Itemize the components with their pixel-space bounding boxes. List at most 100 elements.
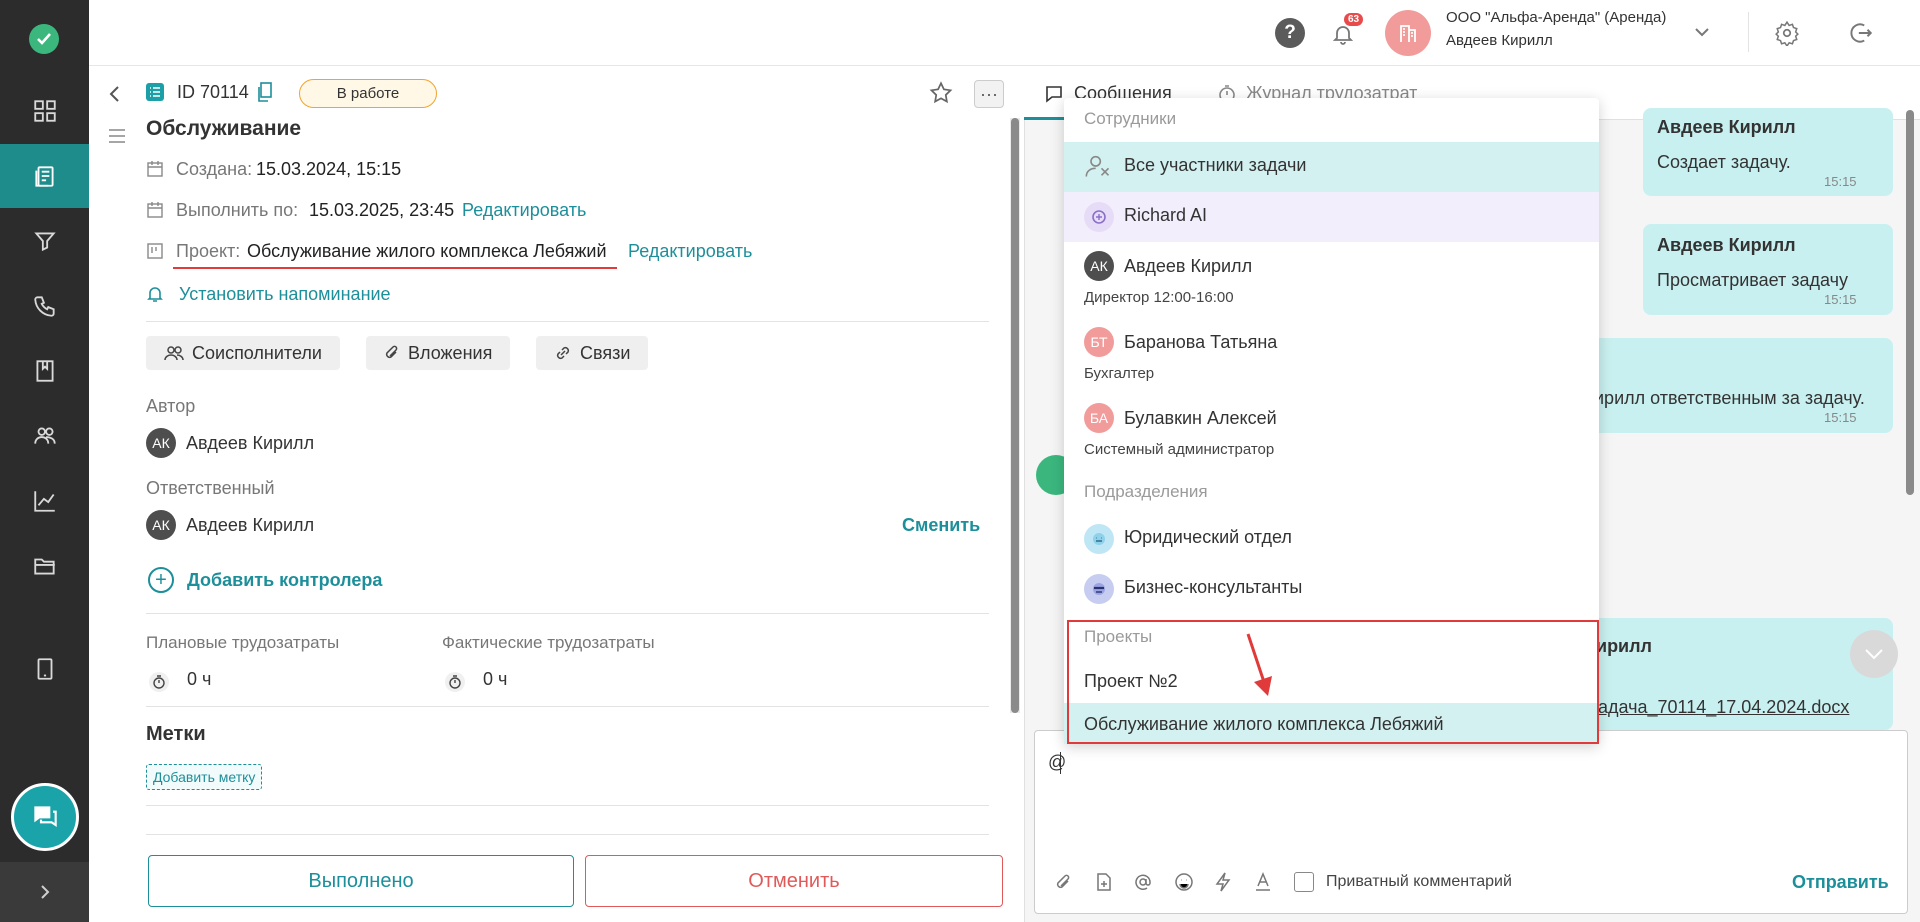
created-label: Создана:: [176, 159, 253, 179]
message-author: ирилл: [1596, 636, 1652, 656]
department-avatar-icon: [1084, 574, 1114, 604]
bell-reminder-icon: [147, 285, 163, 308]
message-time: 15:15: [1824, 174, 1857, 189]
add-controller-link[interactable]: Добавить контролера: [187, 570, 382, 591]
due-value: 15.03.2025, 23:45: [309, 200, 455, 220]
attachment-link[interactable]: адача_70114_17.04.2024.docx: [1598, 697, 1849, 718]
mention-person-role: Директор 12:00-16:00: [1084, 289, 1234, 306]
dashboard-icon[interactable]: [0, 79, 89, 143]
author-name[interactable]: Авдеев Кирилл: [186, 433, 314, 454]
lightning-icon[interactable]: [1214, 872, 1232, 897]
tags-heading: Метки: [146, 723, 206, 745]
chat-fab-button[interactable]: [11, 783, 79, 851]
project-label: Проект:: [176, 241, 241, 261]
paperclip-icon: [385, 345, 398, 359]
participants-icon: [1084, 152, 1112, 185]
org-name[interactable]: ООО "Альфа-Аренда" (Аренда): [1446, 9, 1666, 26]
chevron-right-icon: [40, 885, 49, 899]
created-value: 15.03.2024, 15:15: [256, 159, 402, 179]
planned-effort-value: 0 ч: [187, 669, 212, 689]
links-button[interactable]: Связи: [536, 336, 649, 370]
message-author: Авдеев Кирилл: [1657, 117, 1796, 137]
message-time: 15:15: [1824, 292, 1857, 307]
expand-rail-button[interactable]: [0, 862, 89, 922]
section-divider: [146, 613, 989, 614]
chevron-down-icon[interactable]: [1690, 20, 1714, 44]
settings-gear-icon[interactable]: [1772, 18, 1802, 48]
app-logo-icon[interactable]: [29, 24, 59, 54]
responsible-name[interactable]: Авдеев Кирилл: [186, 515, 314, 536]
emoji-icon[interactable]: [1174, 872, 1194, 897]
star-icon[interactable]: [928, 80, 954, 111]
section-divider: [146, 834, 989, 835]
task-title: Обслуживание: [146, 117, 302, 140]
project-board-icon: [146, 242, 164, 265]
project-value[interactable]: Обслуживание жилого комплекса Лебяжий: [247, 241, 607, 262]
message-text: ирилл ответственным за задачу.: [1594, 388, 1865, 408]
richard-ai-icon: [1084, 202, 1114, 232]
send-button[interactable]: Отправить: [1792, 872, 1889, 893]
chart-icon[interactable]: [0, 469, 89, 533]
logout-icon[interactable]: [1846, 18, 1876, 48]
private-comment-checkbox[interactable]: [1294, 872, 1314, 892]
message-input[interactable]: @: [1048, 752, 1066, 773]
ellipsis-icon: ···: [980, 84, 998, 104]
status-badge[interactable]: В работе: [299, 79, 437, 108]
mention-icon[interactable]: [1133, 872, 1153, 897]
back-arrow-icon[interactable]: [108, 84, 122, 109]
messages-icon: [1044, 84, 1064, 109]
scroll-down-button[interactable]: [1850, 630, 1898, 678]
red-arrow-annotation: [1240, 630, 1280, 705]
tablet-icon[interactable]: [0, 637, 89, 701]
copy-id-icon[interactable]: [258, 82, 272, 107]
message-time: 15:15: [1824, 410, 1857, 425]
task-type-icon: [146, 83, 164, 101]
task-scrollbar[interactable]: [1010, 118, 1020, 713]
people-icon: [164, 346, 184, 361]
chip-label: Вложения: [408, 342, 493, 363]
cancel-button[interactable]: Отменить: [585, 855, 1003, 907]
folder-icon[interactable]: [0, 534, 89, 598]
attachments-button[interactable]: Вложения: [366, 336, 511, 370]
change-responsible-link[interactable]: Сменить: [902, 515, 980, 536]
text-format-icon[interactable]: [1254, 872, 1272, 897]
left-rail: [0, 0, 89, 922]
text-caret: [1060, 752, 1061, 774]
set-reminder-link[interactable]: Установить напоминание: [179, 284, 391, 305]
header-divider: [1748, 12, 1749, 52]
project-underline-annotation: [173, 267, 617, 269]
tasks-icon[interactable]: [0, 144, 89, 208]
help-icon[interactable]: ?: [1275, 18, 1305, 48]
more-options-button[interactable]: ···: [974, 80, 1004, 108]
file-add-icon[interactable]: [1095, 872, 1113, 897]
avatar: АК: [1084, 251, 1114, 281]
coexecutors-button[interactable]: Соисполнители: [146, 336, 340, 370]
department-avatar-icon: [1084, 524, 1114, 554]
edit-project-link[interactable]: Редактировать: [628, 241, 752, 262]
section-divider: [146, 706, 989, 707]
departments-header: Подразделения: [1084, 482, 1208, 501]
avatar: БТ: [1084, 327, 1114, 357]
mention-person-name: Булавкин Алексей: [1124, 408, 1277, 428]
due-label: Выполнить по:: [176, 200, 299, 220]
book-icon[interactable]: [0, 339, 89, 403]
phone-icon[interactable]: [0, 274, 89, 338]
org-avatar[interactable]: [1385, 10, 1431, 56]
paperclip-icon[interactable]: [1055, 872, 1073, 897]
user-name[interactable]: Авдеев Кирилл: [1446, 32, 1553, 49]
mention-person-name: Авдеев Кирилл: [1124, 256, 1253, 276]
menu-lines-icon[interactable]: [108, 128, 126, 149]
add-controller-icon[interactable]: +: [148, 567, 174, 593]
avatar: АК: [146, 428, 176, 458]
add-tag-button[interactable]: Добавить метку: [146, 764, 263, 790]
section-divider: [146, 805, 989, 806]
chat-scrollbar[interactable]: [1906, 110, 1914, 495]
edit-due-link[interactable]: Редактировать: [462, 200, 586, 221]
mention-person-role: Системный администратор: [1084, 441, 1275, 458]
team-icon[interactable]: [0, 404, 89, 468]
avatar: БА: [1084, 403, 1114, 433]
actual-effort-value: 0 ч: [483, 669, 508, 689]
chat-bubble-icon: [34, 806, 57, 827]
funnel-icon[interactable]: [0, 209, 89, 273]
done-button[interactable]: Выполнено: [148, 855, 574, 907]
